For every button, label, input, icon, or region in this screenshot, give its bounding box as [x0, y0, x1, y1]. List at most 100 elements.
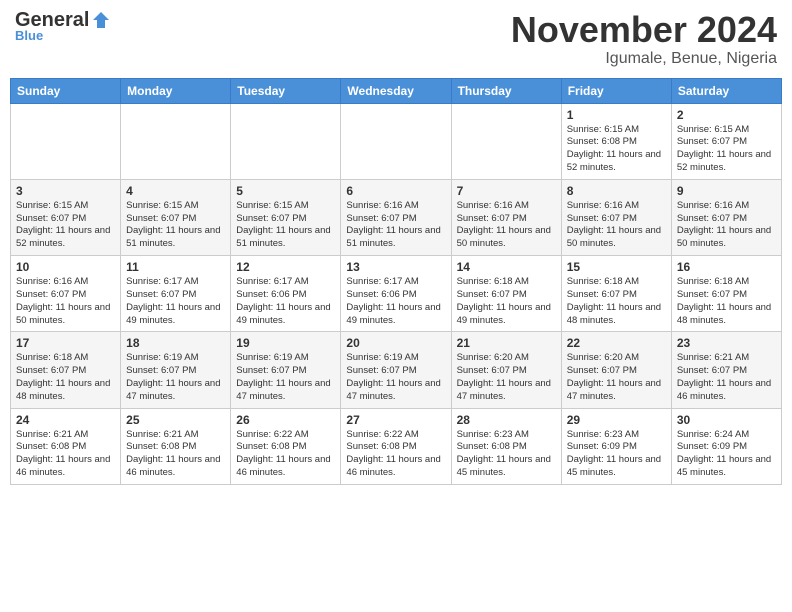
calendar-cell [11, 103, 121, 179]
calendar-cell: 16Sunrise: 6:18 AMSunset: 6:07 PMDayligh… [671, 256, 781, 332]
calendar-cell: 8 Sunrise: 6:16 AMSunset: 6:07 PMDaylight… [561, 179, 671, 255]
day-info: Sunrise: 6:20 AMSunset: 6:07 PMDaylight:… [567, 352, 666, 403]
day-info: Sunrise: 6:24 AMSunset: 6:09 PMDaylight:… [677, 429, 776, 480]
day-info: Sunrise: 6:16 AMSunset: 6:07 PMDaylight:… [567, 200, 666, 251]
day-number: 22 [567, 336, 666, 350]
day-number: 11 [126, 260, 225, 274]
day-info: Sunrise: 6:22 AMSunset: 6:08 PMDaylight:… [346, 429, 445, 480]
day-number: 13 [346, 260, 445, 274]
day-info: Sunrise: 6:15 AMSunset: 6:07 PMDaylight:… [236, 200, 335, 251]
calendar-cell: 6Sunrise: 6:16 AMSunset: 6:07 PMDaylight… [341, 179, 451, 255]
logo-blue-text: Blue [15, 28, 43, 43]
day-header-thursday: Thursday [451, 78, 561, 103]
day-info: Sunrise: 6:18 AMSunset: 6:07 PMDaylight:… [567, 276, 666, 327]
calendar-cell: 7 Sunrise: 6:16 AMSunset: 6:07 PMDaylight… [451, 179, 561, 255]
calendar-cell: 29 Sunrise: 6:23 AMSunset: 6:09 PMDayligh… [561, 408, 671, 484]
calendar-cell: 21Sunrise: 6:20 AMSunset: 6:07 PMDayligh… [451, 332, 561, 408]
calendar-cell: 26 Sunrise: 6:22 AMSunset: 6:08 PMDayligh… [231, 408, 341, 484]
day-number: 7 [457, 184, 556, 198]
day-info: Sunrise: 6:17 AMSunset: 6:06 PMDaylight:… [236, 276, 335, 327]
day-header-sunday: Sunday [11, 78, 121, 103]
page-header: General Blue November 2024 Igumale, Benu… [10, 10, 782, 68]
calendar-cell: 20Sunrise: 6:19 AMSunset: 6:07 PMDayligh… [341, 332, 451, 408]
day-header-tuesday: Tuesday [231, 78, 341, 103]
day-number: 21 [457, 336, 556, 350]
day-number: 27 [346, 413, 445, 427]
calendar-header-row: SundayMondayTuesdayWednesdayThursdayFrid… [11, 78, 782, 103]
day-number: 26 [236, 413, 335, 427]
calendar-cell: 19Sunrise: 6:19 AMSunset: 6:07 PMDayligh… [231, 332, 341, 408]
day-number: 12 [236, 260, 335, 274]
day-number: 25 [126, 413, 225, 427]
day-info: Sunrise: 6:19 AMSunset: 6:07 PMDaylight:… [126, 352, 225, 403]
calendar-week-row: 1 Sunrise: 6:15 AMSunset: 6:08 PMDaylight… [11, 103, 782, 179]
day-number: 10 [16, 260, 115, 274]
day-info: Sunrise: 6:17 AMSunset: 6:06 PMDaylight:… [346, 276, 445, 327]
calendar-cell: 15 Sunrise: 6:18 AMSunset: 6:07 PMDayligh… [561, 256, 671, 332]
calendar-week-row: 3 Sunrise: 6:15 AMSunset: 6:07 PMDaylight… [11, 179, 782, 255]
logo-general-text: General [15, 10, 89, 30]
calendar-cell: 25Sunrise: 6:21 AMSunset: 6:08 PMDayligh… [121, 408, 231, 484]
calendar-cell: 11Sunrise: 6:17 AMSunset: 6:07 PMDayligh… [121, 256, 231, 332]
day-number: 1 [567, 108, 666, 122]
day-header-friday: Friday [561, 78, 671, 103]
day-header-monday: Monday [121, 78, 231, 103]
calendar-cell [451, 103, 561, 179]
calendar-cell: 23 Sunrise: 6:21 AMSunset: 6:07 PMDayligh… [671, 332, 781, 408]
calendar-cell: 1 Sunrise: 6:15 AMSunset: 6:08 PMDaylight… [561, 103, 671, 179]
day-info: Sunrise: 6:16 AMSunset: 6:07 PMDaylight:… [457, 200, 556, 251]
calendar-week-row: 10 Sunrise: 6:16 AMSunset: 6:07 PMDayligh… [11, 256, 782, 332]
day-info: Sunrise: 6:19 AMSunset: 6:07 PMDaylight:… [346, 352, 445, 403]
month-title: November 2024 [511, 10, 777, 50]
calendar-cell: 14Sunrise: 6:18 AMSunset: 6:07 PMDayligh… [451, 256, 561, 332]
day-header-saturday: Saturday [671, 78, 781, 103]
day-number: 4 [126, 184, 225, 198]
day-number: 2 [677, 108, 776, 122]
calendar-week-row: 17Sunrise: 6:18 AMSunset: 6:07 PMDayligh… [11, 332, 782, 408]
day-number: 24 [16, 413, 115, 427]
day-info: Sunrise: 6:21 AMSunset: 6:07 PMDaylight:… [677, 352, 776, 403]
title-block: November 2024 Igumale, Benue, Nigeria [511, 10, 777, 68]
day-info: Sunrise: 6:23 AMSunset: 6:08 PMDaylight:… [457, 429, 556, 480]
day-info: Sunrise: 6:15 AMSunset: 6:07 PMDaylight:… [677, 124, 776, 175]
day-number: 3 [16, 184, 115, 198]
calendar-cell: 30Sunrise: 6:24 AMSunset: 6:09 PMDayligh… [671, 408, 781, 484]
day-info: Sunrise: 6:15 AMSunset: 6:08 PMDaylight:… [567, 124, 666, 175]
day-header-wednesday: Wednesday [341, 78, 451, 103]
day-number: 28 [457, 413, 556, 427]
day-info: Sunrise: 6:22 AMSunset: 6:08 PMDaylight:… [236, 429, 335, 480]
day-info: Sunrise: 6:16 AMSunset: 6:07 PMDaylight:… [16, 276, 115, 327]
calendar-table: SundayMondayTuesdayWednesdayThursdayFrid… [10, 78, 782, 485]
calendar-cell: 3Sunrise: 6:15 AMSunset: 6:07 PMDaylight… [11, 179, 121, 255]
day-number: 5 [236, 184, 335, 198]
day-info: Sunrise: 6:23 AMSunset: 6:09 PMDaylight:… [567, 429, 666, 480]
calendar-cell [341, 103, 451, 179]
day-number: 18 [126, 336, 225, 350]
calendar-cell: 12 Sunrise: 6:17 AMSunset: 6:06 PMDayligh… [231, 256, 341, 332]
day-number: 8 [567, 184, 666, 198]
day-number: 9 [677, 184, 776, 198]
calendar-cell [121, 103, 231, 179]
day-info: Sunrise: 6:15 AMSunset: 6:07 PMDaylight:… [126, 200, 225, 251]
calendar-cell: 2 Sunrise: 6:15 AMSunset: 6:07 PMDaylight… [671, 103, 781, 179]
logo: General Blue [15, 10, 111, 43]
calendar-cell: 4 Sunrise: 6:15 AMSunset: 6:07 PMDaylight… [121, 179, 231, 255]
day-info: Sunrise: 6:19 AMSunset: 6:07 PMDaylight:… [236, 352, 335, 403]
calendar-cell: 24Sunrise: 6:21 AMSunset: 6:08 PMDayligh… [11, 408, 121, 484]
day-number: 15 [567, 260, 666, 274]
day-number: 16 [677, 260, 776, 274]
day-number: 23 [677, 336, 776, 350]
day-number: 29 [567, 413, 666, 427]
day-info: Sunrise: 6:16 AMSunset: 6:07 PMDaylight:… [346, 200, 445, 251]
day-info: Sunrise: 6:18 AMSunset: 6:07 PMDaylight:… [457, 276, 556, 327]
calendar-cell: 17Sunrise: 6:18 AMSunset: 6:07 PMDayligh… [11, 332, 121, 408]
calendar-cell: 28 Sunrise: 6:23 AMSunset: 6:08 PMDayligh… [451, 408, 561, 484]
calendar-cell [231, 103, 341, 179]
calendar-cell: 22 Sunrise: 6:20 AMSunset: 6:07 PMDayligh… [561, 332, 671, 408]
logo-icon [91, 10, 111, 30]
day-info: Sunrise: 6:16 AMSunset: 6:07 PMDaylight:… [677, 200, 776, 251]
calendar-cell: 5 Sunrise: 6:15 AMSunset: 6:07 PMDaylight… [231, 179, 341, 255]
day-number: 17 [16, 336, 115, 350]
calendar-cell: 10 Sunrise: 6:16 AMSunset: 6:07 PMDayligh… [11, 256, 121, 332]
calendar-cell: 9 Sunrise: 6:16 AMSunset: 6:07 PMDaylight… [671, 179, 781, 255]
